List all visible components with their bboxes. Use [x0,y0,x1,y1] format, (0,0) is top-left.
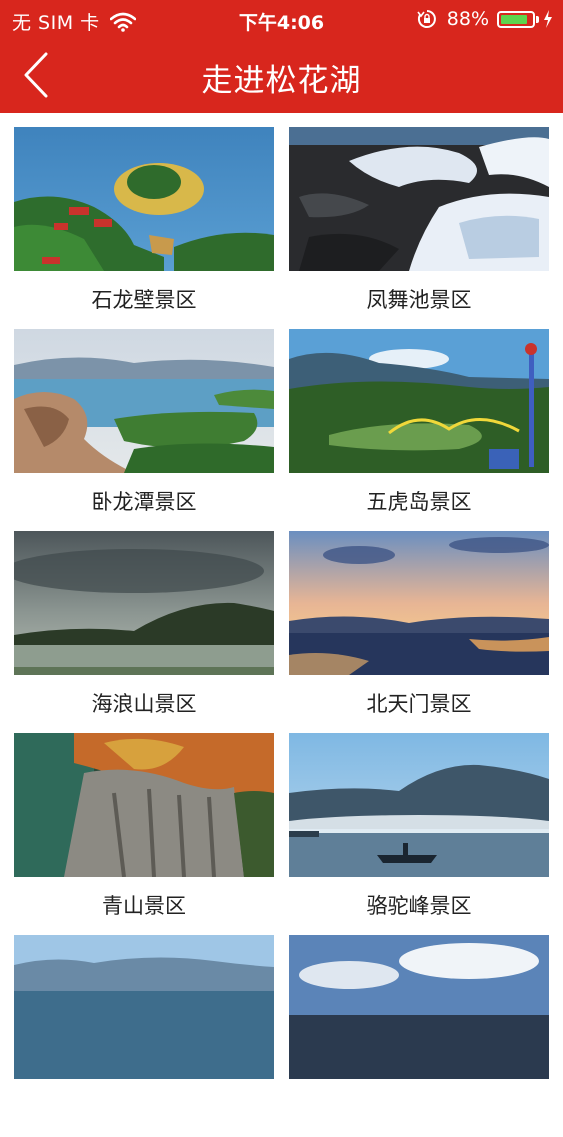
scenic-name: 青山景区 [102,894,186,918]
page-title: 走进松花湖 [201,63,362,99]
scenic-photo [289,531,549,675]
rotation-lock-icon [417,10,436,28]
navigation-bar: 走进松花湖 [0,38,563,113]
scenic-photo [289,733,549,877]
scenic-name: 海浪山景区 [91,692,197,716]
status-right: 88% [417,8,553,30]
scenic-card-beitianmen[interactable]: 北天门景区 [289,531,549,733]
scenic-card-wolongtan[interactable]: 卧龙潭景区 [14,329,274,531]
scenic-photo [289,935,549,1079]
scenic-name: 骆驼峰景区 [366,894,472,918]
scenic-photo [14,329,274,473]
scenic-photo [289,127,549,271]
scenic-name [14,1079,274,1137]
scenic-card-hailangshan[interactable]: 海浪山景区 [14,531,274,733]
battery-level-fill [501,14,527,24]
battery-percent: 88% [446,8,489,30]
status-bar: 无 SIM 卡 下午4:06 88% [0,0,563,38]
scenic-name: 石龙壁景区 [91,288,197,312]
scenic-card-luotuofeng[interactable]: 骆驼峰景区 [289,733,549,935]
scenic-name: 卧龙潭景区 [91,490,197,514]
scenic-area-grid: 石龙壁景区 凤舞池景区 卧龙潭景区 五虎岛景区 海浪山景区 北天门景区 青山景区… [0,113,563,1079]
scenic-photo [289,329,549,473]
scenic-name: 北天门景区 [366,692,472,716]
battery-icon [497,10,535,28]
scenic-photo [14,531,274,675]
scenic-name: 凤舞池景区 [366,288,472,312]
scenic-card-shilongbi[interactable]: 石龙壁景区 [14,127,274,329]
scenic-photo [14,733,274,877]
scenic-photo [14,935,274,1079]
battery-tip [536,15,539,23]
scenic-card-qingshan[interactable]: 青山景区 [14,733,274,935]
scenic-photo [14,127,274,271]
scenic-card-fengwuchi[interactable]: 凤舞池景区 [289,127,549,329]
scenic-name: 五虎岛景区 [366,490,472,514]
scenic-name [289,1079,549,1137]
charging-bolt-icon [544,10,552,28]
app-header: 无 SIM 卡 下午4:06 88% 走进松花湖 [0,0,563,113]
scenic-card-partial-left[interactable] [14,935,274,1137]
scenic-card-wuhudao[interactable]: 五虎岛景区 [289,329,549,531]
scenic-card-partial-right[interactable] [289,935,549,1137]
